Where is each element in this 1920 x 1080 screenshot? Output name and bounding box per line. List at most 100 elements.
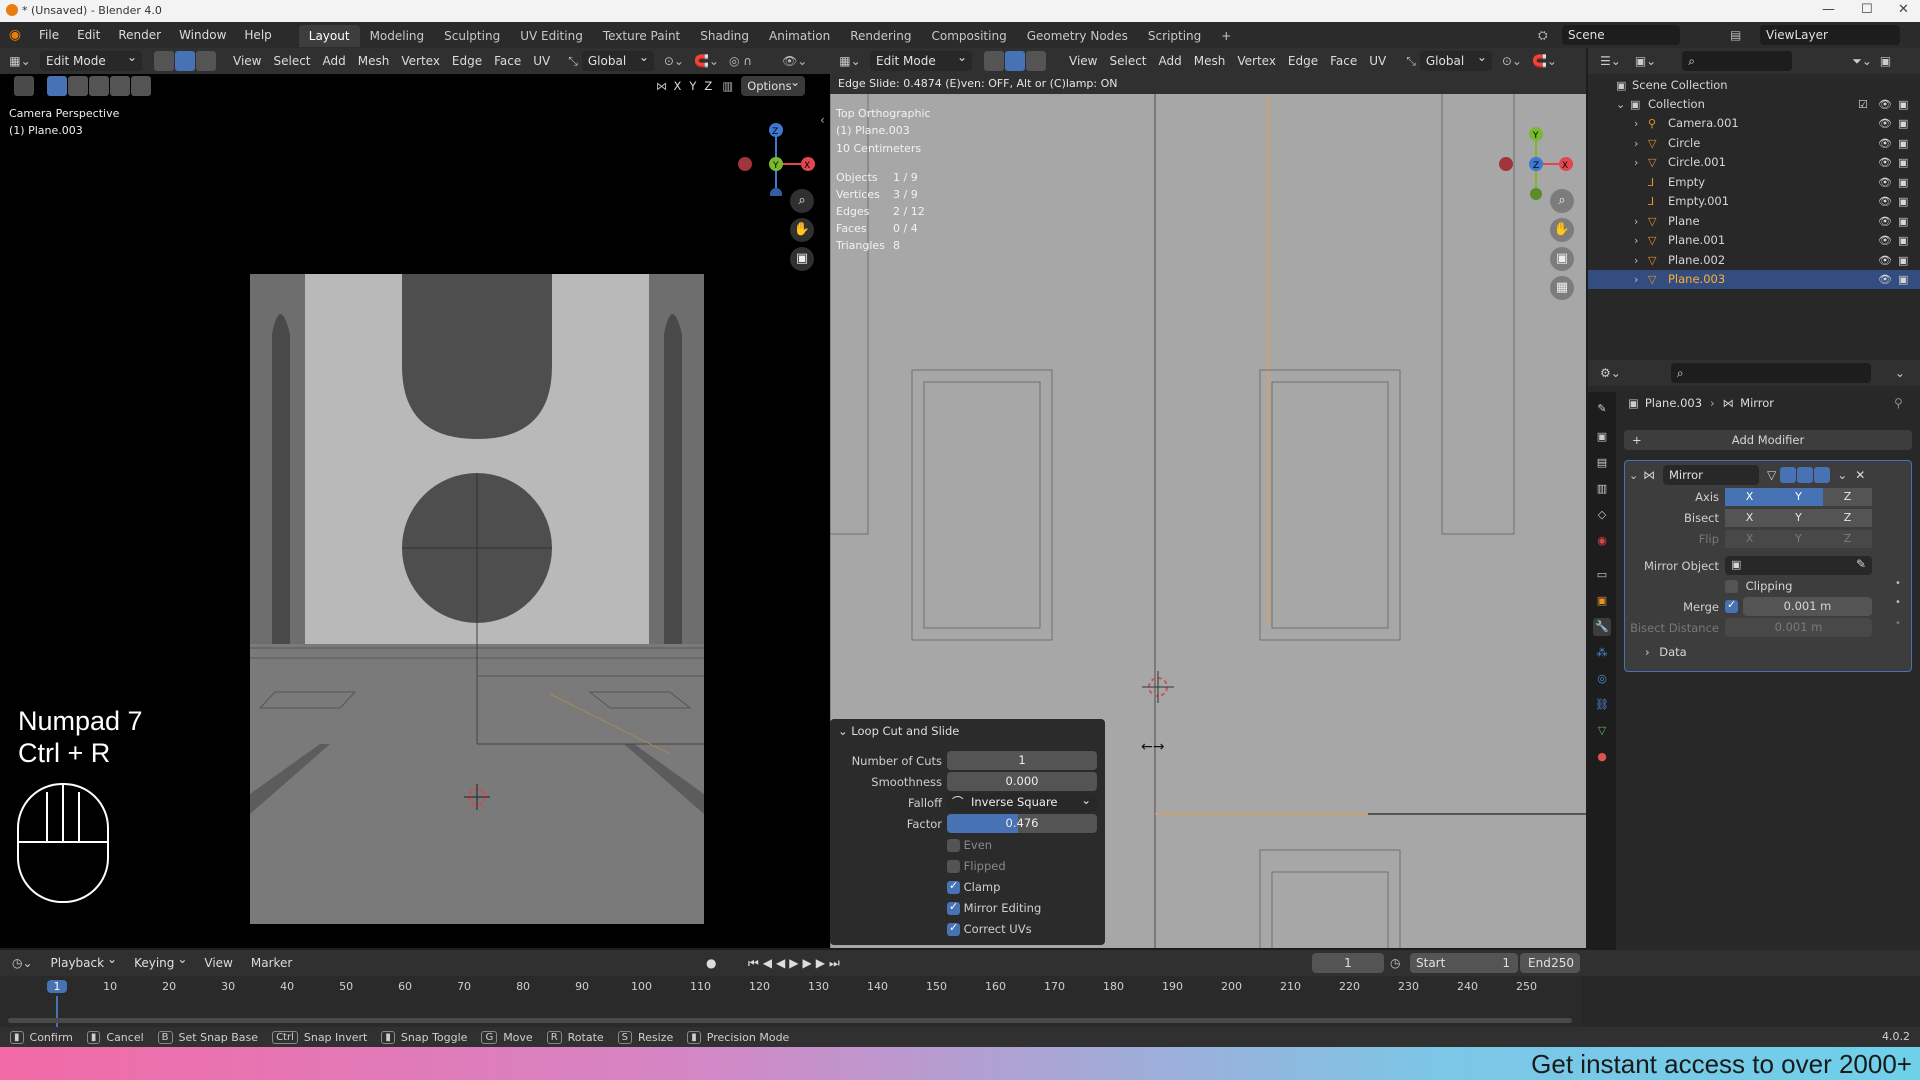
blender-menu-icon[interactable]: ◉ — [0, 27, 30, 43]
eye-icon[interactable]: 👁 — [1878, 270, 1892, 289]
add-modifier-button[interactable]: + Add Modifier — [1624, 430, 1912, 450]
outliner-item[interactable]: › ▽ Plane 👁 ▣ — [1588, 212, 1920, 231]
record-icon[interactable]: ● — [706, 956, 716, 970]
mode-selector[interactable]: Edit Mode — [40, 48, 142, 71]
timeline-ruler[interactable]: 1 10 20 30 40 50 60 70 80 90 100 110 120 130 140 150 160… — [0, 976, 1580, 1027]
current-frame-field[interactable]: 1 — [1312, 953, 1384, 973]
outliner-search-input[interactable]: ⌕ — [1682, 51, 1793, 71]
menu-edit[interactable]: Edit — [68, 22, 109, 48]
camera-render-icon[interactable]: ▣ — [1898, 173, 1908, 192]
vertex-select-icon[interactable] — [984, 51, 1004, 71]
pin-icon[interactable]: ⚲ — [1894, 396, 1903, 410]
tool-tab-icon[interactable]: ✎ — [1593, 400, 1611, 418]
scene-selector[interactable]: Scene — [1562, 25, 1680, 45]
even-checkbox[interactable]: Even — [947, 838, 992, 852]
marker-menu[interactable]: Marker — [245, 953, 298, 973]
output-tab-icon[interactable]: ▤ — [1593, 454, 1611, 472]
particles-tab-icon[interactable]: ⁂ — [1593, 644, 1611, 662]
zoom-icon[interactable]: ⌕ — [790, 189, 814, 213]
tab-modeling[interactable]: Modeling — [360, 25, 435, 47]
edit-mode-toggle-icon[interactable] — [1780, 467, 1797, 483]
properties-search-input[interactable]: ⌕ — [1670, 363, 1871, 383]
eye-icon[interactable]: 👁 — [1878, 192, 1892, 211]
edit-mode-cage-icon[interactable]: ▽ — [1767, 468, 1776, 482]
menu-view[interactable]: View — [1063, 51, 1103, 71]
mode-selector[interactable]: Edit Mode — [870, 48, 972, 71]
menu-add[interactable]: Add — [317, 51, 352, 71]
editor-type-icon[interactable]: ☰⌄ — [1600, 54, 1621, 68]
camera-render-icon[interactable]: ▣ — [1898, 251, 1908, 270]
eyedropper-icon[interactable]: ✎ — [1856, 557, 1866, 571]
eye-icon[interactable]: 👁 — [1878, 153, 1892, 172]
eye-icon[interactable]: 👁 — [1878, 134, 1892, 153]
edge-select-icon[interactable] — [1005, 51, 1025, 71]
tab-animation[interactable]: Animation — [759, 25, 840, 47]
data-tab-icon[interactable]: ▽ — [1593, 722, 1611, 740]
options-dropdown[interactable]: Options — [741, 72, 806, 96]
keyframe-dot-icon[interactable]: • — [1895, 578, 1901, 589]
camera-render-icon[interactable]: ▣ — [1898, 192, 1908, 211]
menu-face[interactable]: Face — [1324, 51, 1363, 71]
chevron-down-icon[interactable]: ⌄ — [1629, 469, 1643, 482]
menu-vertex[interactable]: Vertex — [1231, 51, 1282, 71]
material-tab-icon[interactable]: ● — [1593, 748, 1611, 766]
chevron-right-icon[interactable]: › — [1634, 114, 1638, 133]
tab-geometry-nodes[interactable]: Geometry Nodes — [1017, 25, 1138, 47]
tab-uv-editing[interactable]: UV Editing — [510, 25, 593, 47]
end-frame-field[interactable]: End 250 — [1520, 953, 1580, 973]
menu-file[interactable]: File — [30, 22, 68, 48]
clipping-checkbox[interactable]: Clipping — [1725, 579, 1792, 593]
chevron-right-icon[interactable]: › — [1634, 212, 1638, 231]
bisect-z-toggle[interactable]: Z — [1823, 509, 1872, 527]
keying-menu[interactable]: Keying — [128, 949, 192, 973]
edge-select-icon[interactable] — [175, 51, 195, 71]
camera-icon[interactable]: ▣ — [790, 247, 814, 271]
chevron-right-icon[interactable]: › — [1634, 231, 1638, 250]
eye-icon[interactable]: 👁 — [1878, 173, 1892, 192]
operator-panel-title[interactable]: ⌄ Loop Cut and Slide — [838, 724, 959, 738]
menu-uv[interactable]: UV — [1363, 51, 1392, 71]
viewport-toggle-icon[interactable] — [1797, 467, 1814, 483]
constraints-tab-icon[interactable]: ⛓ — [1593, 696, 1611, 714]
outliner-item[interactable]: › ⚲ Camera.001 👁 ▣ — [1588, 114, 1920, 133]
bisect-y-toggle[interactable]: Y — [1774, 509, 1823, 527]
outliner-item[interactable]: ⅃ Empty.001 👁 ▣ — [1588, 192, 1920, 211]
display-mode-icon[interactable]: ▣⌄ — [1635, 54, 1656, 68]
auto-merge-icon[interactable]: ▥ — [722, 79, 733, 93]
hand-icon[interactable]: ✋ — [790, 218, 814, 242]
menu-edge[interactable]: Edge — [446, 51, 488, 71]
menu-mesh[interactable]: Mesh — [1188, 51, 1232, 71]
menu-select[interactable]: Select — [1103, 51, 1152, 71]
overlay-visibility-icon[interactable]: 👁⌄ — [782, 54, 807, 68]
keyframe-dot-icon[interactable]: • — [1895, 618, 1901, 629]
merge-checkbox[interactable] — [1725, 598, 1738, 613]
filter-icon[interactable]: ⏷⌄ — [1852, 54, 1872, 69]
camera-icon[interactable]: ▣ — [1550, 247, 1574, 271]
outliner-item[interactable]: › ▽ Plane.003 👁 ▣ — [1588, 270, 1920, 289]
falloff-dropdown[interactable]: ⌒ Inverse Square ⌄ — [947, 793, 1097, 812]
select-mode-subtract-icon[interactable] — [89, 76, 109, 96]
chevron-right-icon[interactable]: › — [1634, 270, 1638, 289]
render-tab-icon[interactable]: ▣ — [1593, 428, 1611, 446]
navigation-gizmo[interactable]: Y X Z — [1496, 106, 1576, 236]
chevron-right-icon[interactable]: › — [1634, 153, 1638, 172]
tab-layout[interactable]: Layout — [298, 25, 360, 47]
menu-help[interactable]: Help — [235, 22, 280, 48]
smoothness-field[interactable]: 0.000 — [947, 772, 1097, 791]
eye-icon[interactable]: 👁 — [1878, 212, 1892, 231]
select-mode-intersect-icon[interactable] — [131, 76, 151, 96]
render-toggle-icon[interactable] — [1814, 467, 1831, 483]
select-mode-difference-icon[interactable] — [110, 76, 130, 96]
tab-sculpting[interactable]: Sculpting — [434, 25, 510, 47]
number-of-cuts-field[interactable]: 1 — [947, 751, 1097, 770]
close-icon[interactable]: ✕ — [1855, 468, 1865, 482]
tab-compositing[interactable]: Compositing — [921, 25, 1016, 47]
add-workspace-button[interactable]: + — [1211, 25, 1241, 47]
chevron-down-icon[interactable]: ⌄ — [1616, 95, 1625, 114]
playback-menu[interactable]: Playback — [45, 949, 123, 973]
chevron-down-icon[interactable]: ⌄ — [1837, 468, 1847, 482]
camera-render-icon[interactable]: ▣ — [1898, 270, 1908, 289]
select-mode-new-icon[interactable] — [47, 76, 67, 96]
menu-window[interactable]: Window — [170, 22, 235, 48]
navigation-gizmo[interactable]: Z X Y — [730, 106, 820, 196]
